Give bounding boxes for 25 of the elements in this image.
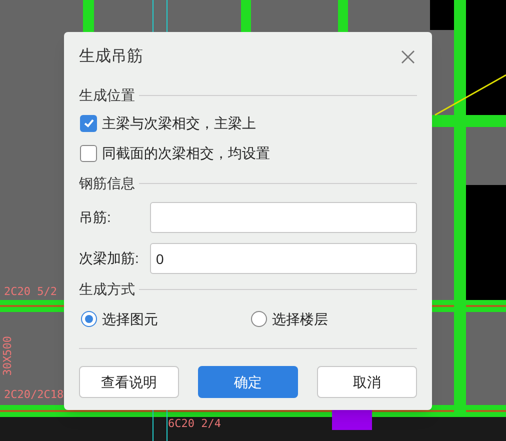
input-field[interactable]: 0	[150, 243, 417, 274]
section-heading: 生成方式	[79, 280, 135, 298]
checkbox[interactable]	[80, 144, 97, 162]
dialog-button[interactable]: 查看说明	[79, 366, 179, 398]
radio-option[interactable]: 选择图元	[81, 308, 158, 330]
close-icon[interactable]	[401, 50, 415, 64]
section-heading: 生成位置	[79, 86, 135, 104]
drawing-label: 6C20 2/4	[168, 418, 221, 429]
section-heading: 钢筋信息	[79, 174, 135, 192]
checkbox[interactable]	[80, 114, 97, 132]
dialog-button[interactable]: 取消	[317, 366, 417, 398]
field-label: 次梁加筋:	[79, 249, 140, 268]
check-icon	[82, 117, 94, 129]
checkbox-option[interactable]: 主梁与次梁相交，主梁上	[80, 108, 417, 138]
drawing-label: 2C20/2C18	[4, 389, 64, 400]
radio-option[interactable]: 选择楼层	[251, 308, 328, 330]
drawing-label: 2C20 5/2	[4, 286, 57, 297]
dialog-title: 生成吊筋	[79, 46, 143, 67]
input-field[interactable]	[150, 202, 417, 233]
field-label: 吊筋:	[79, 208, 112, 227]
checkbox-option[interactable]: 同截面的次梁相交，均设置	[80, 138, 417, 168]
dialog-button[interactable]: 确定	[198, 366, 298, 398]
radio-button[interactable]	[81, 311, 97, 327]
radio-button[interactable]	[251, 311, 267, 327]
drawing-label: 30X500	[2, 336, 13, 376]
